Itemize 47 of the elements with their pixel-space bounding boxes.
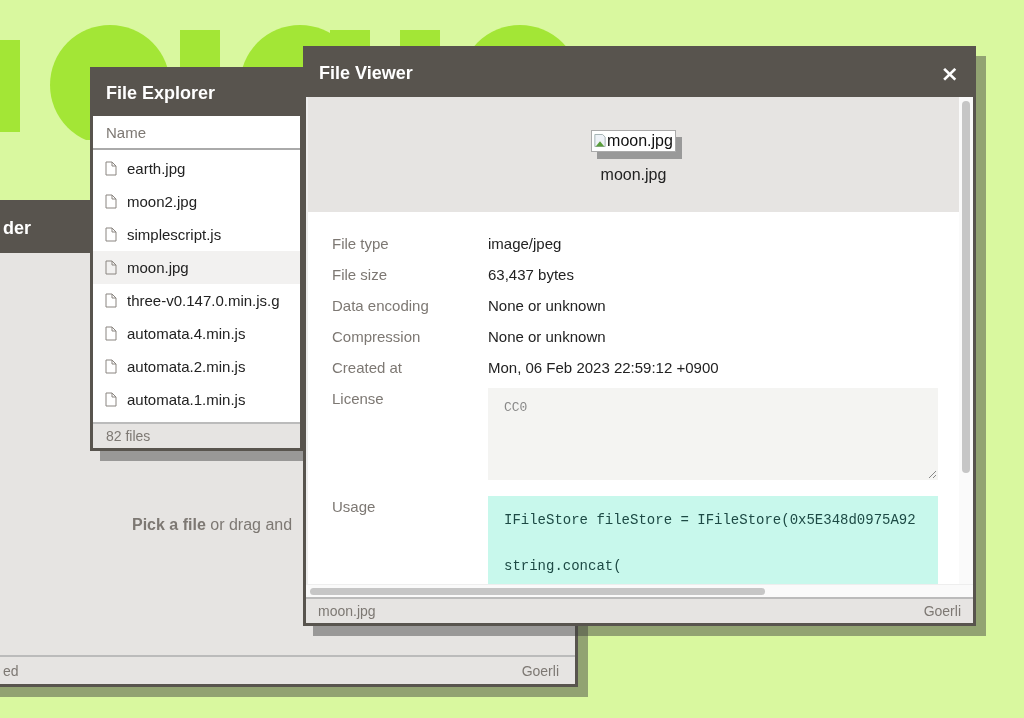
network-label: Goerli	[923, 603, 961, 619]
file-icon	[105, 260, 117, 275]
file-item[interactable]: moon2.jpg	[93, 185, 300, 218]
property-label: Usage	[332, 497, 377, 517]
broken-image-icon	[594, 133, 607, 148]
code-line: string.concat(	[504, 557, 623, 576]
close-button[interactable]: ×	[940, 60, 959, 86]
property-label: Created at	[332, 358, 404, 378]
file-icon	[105, 392, 117, 407]
file-item[interactable]: three-v0.147.0.min.js.g	[93, 284, 300, 317]
file-icon	[105, 293, 117, 308]
property-label: Data encoding	[332, 296, 430, 316]
column-header[interactable]: Name	[93, 116, 300, 150]
property-label: License	[332, 389, 385, 409]
file-item[interactable]: earth.jpg	[93, 152, 300, 185]
upload-prompt: Pick a file or drag and	[132, 516, 293, 534]
file-count: 82 files	[93, 422, 300, 448]
code-line: IFileStore fileStore = IFileStore(0x5E348d0975A92	[504, 511, 917, 530]
window-title: der	[3, 217, 31, 239]
property-label: Compression	[332, 327, 422, 347]
scrollbar-thumb[interactable]	[962, 101, 970, 473]
property-label: File size	[332, 265, 388, 285]
scrollbar-thumb[interactable]	[310, 588, 765, 595]
window-title: File Explorer	[106, 82, 216, 104]
file-icon	[105, 194, 117, 209]
image-alt-text: moon.jpg	[607, 131, 673, 150]
image-caption: moon.jpg	[600, 165, 667, 184]
property-value: None or unknown	[488, 296, 607, 316]
file-icon	[105, 227, 117, 242]
file-item[interactable]: automata.2.min.js	[93, 350, 300, 383]
file-icon	[105, 359, 117, 374]
window-title: File Viewer	[319, 62, 413, 84]
file-icon	[105, 161, 117, 176]
network-label: Goerli	[521, 662, 559, 679]
property-value: 63,437 bytes	[488, 265, 575, 285]
file-icon	[105, 326, 117, 341]
file-item[interactable]: automata.1.min.js	[93, 383, 300, 416]
file-item[interactable]: moon.jpg	[93, 251, 300, 284]
file-item[interactable]: automata.4.min.js	[93, 317, 300, 350]
file-item[interactable]: simplescript.js	[93, 218, 300, 251]
property-value: image/jpeg	[488, 234, 563, 254]
resize-grip-icon[interactable]	[928, 470, 936, 478]
property-value: None or unknown	[488, 327, 607, 347]
status-text: ed	[3, 662, 19, 679]
property-label: File type	[332, 234, 390, 254]
status-text: moon.jpg	[318, 603, 376, 619]
property-value: Mon, 06 Feb 2023 22:59:12 +0900	[488, 358, 720, 378]
